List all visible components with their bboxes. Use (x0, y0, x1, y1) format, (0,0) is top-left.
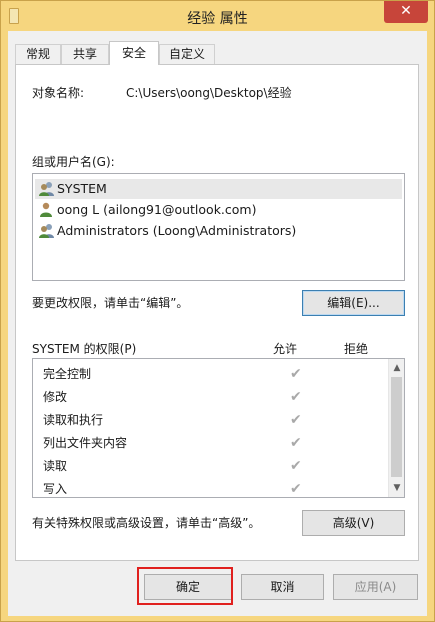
edit-button[interactable]: 编辑(E)... (302, 290, 405, 316)
user-name: Administrators (Loong\Administrators) (57, 223, 297, 238)
title-bar[interactable]: 经验 属性 ✕ (1, 1, 434, 31)
permission-modify: 修改 ✔ (43, 389, 302, 405)
allow-check-icon: ✔ (290, 435, 302, 451)
permissions-title: SYSTEM 的权限(P) (32, 342, 137, 356)
list-item-system[interactable]: SYSTEM (35, 179, 402, 199)
scroll-thumb[interactable] (391, 377, 402, 477)
single-user-icon (40, 202, 52, 217)
groups-label: 组或用户名(G): (32, 155, 115, 169)
ok-button[interactable]: 确定 (144, 574, 232, 600)
dialog-client-area: 常规 共享 安全 自定义 对象名称: C:\Users\oong\Desktop… (8, 31, 427, 616)
group-users-icon (39, 182, 54, 196)
properties-window: 经验 属性 ✕ 常规 共享 安全 自定义 对象名称: C:\Users\oong… (0, 0, 435, 622)
permission-read-execute: 读取和执行 ✔ (43, 412, 302, 428)
advanced-hint: 有关特殊权限或高级设置，请单击“高级”。 (32, 516, 261, 530)
object-name-label: 对象名称: (32, 86, 85, 100)
permission-write: 写入 ✔ (43, 481, 302, 497)
tab-general[interactable]: 常规 (15, 44, 61, 64)
security-panel: 对象名称: C:\Users\oong\Desktop\经验 组或用户名(G):… (15, 64, 419, 561)
allow-header: 允许 (273, 342, 298, 356)
apply-button[interactable]: 应用(A) (333, 574, 418, 600)
allow-check-icon: ✔ (290, 412, 302, 428)
allow-check-icon: ✔ (290, 481, 302, 497)
permissions-list[interactable]: 完全控制 ✔ 修改 ✔ 读取和执行 ✔ 列出文件夹内容 ✔ 读取 ✔ 写入 ✔ … (32, 358, 405, 498)
tab-security[interactable]: 安全 (109, 41, 159, 65)
user-name: oong L (ailong91@outlook.com) (57, 202, 257, 217)
list-item-oong[interactable]: oong L (ailong91@outlook.com) (35, 200, 402, 220)
object-name-value: C:\Users\oong\Desktop\经验 (126, 86, 292, 100)
window-title: 经验 属性 (187, 11, 248, 27)
permissions-scrollbar[interactable]: ▲ ▼ (388, 359, 404, 497)
user-list[interactable]: SYSTEM oong L (ailong91@outlook.com) Adm… (32, 173, 405, 281)
scroll-down-icon[interactable]: ▼ (389, 480, 405, 496)
list-item-administrators[interactable]: Administrators (Loong\Administrators) (35, 221, 402, 241)
group-users-icon (39, 224, 54, 238)
deny-header: 拒绝 (344, 342, 369, 356)
edit-hint: 要更改权限，请单击“编辑”。 (32, 296, 189, 310)
permission-read: 读取 ✔ (43, 458, 302, 474)
scroll-up-icon[interactable]: ▲ (389, 360, 405, 376)
close-button[interactable]: ✕ (384, 1, 428, 23)
tab-customize[interactable]: 自定义 (159, 44, 215, 64)
permission-full-control: 完全控制 ✔ (43, 366, 302, 382)
cancel-button[interactable]: 取消 (241, 574, 324, 600)
tab-sharing[interactable]: 共享 (61, 44, 109, 64)
allow-check-icon: ✔ (290, 389, 302, 405)
user-name: SYSTEM (57, 181, 107, 196)
permission-list-folder: 列出文件夹内容 ✔ (43, 435, 302, 451)
allow-check-icon: ✔ (290, 458, 302, 474)
allow-check-icon: ✔ (290, 366, 302, 382)
advanced-button[interactable]: 高级(V) (302, 510, 405, 536)
